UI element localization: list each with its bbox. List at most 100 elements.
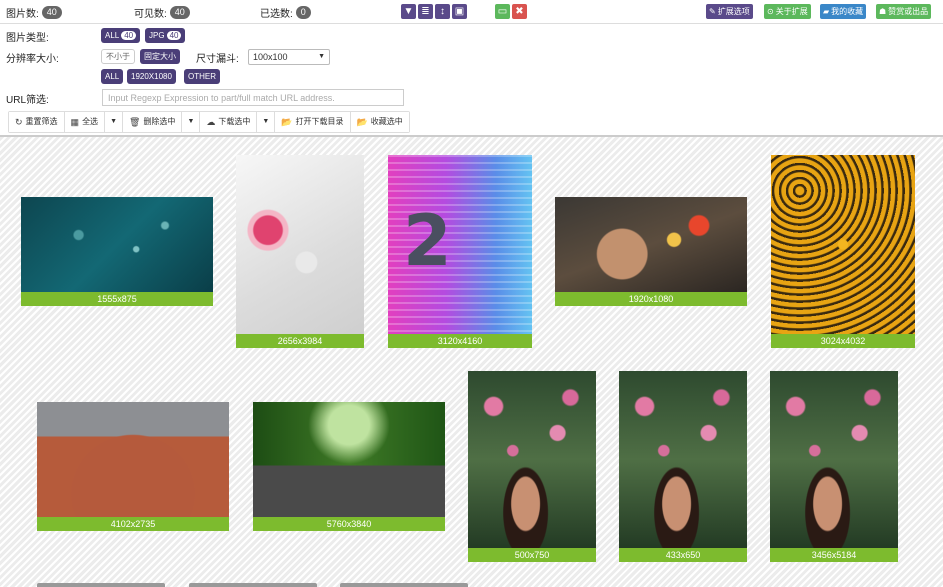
chevron-down-icon: ▼ [262, 118, 270, 125]
url-filter-label: URL筛选: [6, 95, 49, 106]
favorite-selected-label: 收藏选中 [370, 117, 403, 126]
select-all-button[interactable]: ▦ 全选 [64, 112, 106, 132]
delete-selected-label: 删除选中 [143, 117, 176, 126]
my-favorites-label: 我的收藏 [831, 7, 864, 16]
size-step-label: 尺寸漏斗: [196, 54, 239, 65]
type-option-jpg-label: JPG [149, 31, 165, 40]
home-icon: ☗ [879, 7, 887, 16]
cloud-download-icon: ☁ [206, 117, 216, 127]
resolution-label: 分辨率大小: [6, 54, 59, 65]
image-thumbnail[interactable] [21, 197, 213, 292]
resolution-option-all[interactable]: ALL [101, 69, 124, 84]
url-filter-input[interactable] [102, 89, 404, 106]
image-size-caption: 500x750 [468, 548, 596, 562]
type-option-jpg[interactable]: JPG 40 [145, 28, 186, 43]
image-icon[interactable]: ▣ [452, 4, 467, 19]
resolution-option-1920x1080[interactable]: 1920X1080 [127, 69, 176, 84]
about-extension-button[interactable]: ⊙ 关于扩展 [764, 4, 811, 19]
image-tile[interactable]: 1555x875 [21, 197, 213, 306]
info-icon: ⊙ [767, 7, 774, 16]
image-thumbnail[interactable] [37, 402, 229, 517]
image-count-badge: 40 [41, 6, 62, 19]
image-thumbnail[interactable] [468, 371, 596, 548]
list-icon[interactable]: ≣ [418, 4, 433, 19]
image-size-caption: 3024x4032 [771, 334, 915, 348]
image-tile[interactable]: 2 3120x4160 [388, 155, 532, 348]
selected-count-stat: 已选数: 0 [260, 5, 311, 20]
image-tile[interactable]: 2656x3984 [236, 155, 364, 348]
image-size-caption: 2656x3984 [236, 334, 364, 348]
image-thumbnail[interactable] [555, 197, 747, 292]
image-thumbnail-digit: 2 [403, 200, 452, 282]
image-thumbnail[interactable] [770, 371, 898, 548]
image-thumbnail[interactable] [771, 155, 915, 334]
donate-label: 赞赏或出品 [888, 7, 929, 16]
close-icon[interactable]: ✖ [512, 4, 527, 19]
image-tile[interactable]: 1920x1080 [555, 197, 747, 306]
image-size-caption: 3456x5184 [770, 548, 898, 562]
image-tile[interactable]: 500x750 [468, 371, 596, 562]
selected-count-label: 已选数: [260, 9, 293, 20]
reset-filter-button[interactable]: ↻ 重置筛选 [9, 112, 65, 132]
image-tile-partial[interactable] [340, 583, 468, 587]
image-size-caption: 4102x2735 [37, 517, 229, 531]
donate-button[interactable]: ☗ 赞赏或出品 [876, 4, 932, 19]
filter-icon[interactable]: ▼ [401, 4, 416, 19]
image-size-caption: 433x650 [619, 548, 747, 562]
type-option-all[interactable]: ALL 40 [101, 28, 141, 43]
size-step-value: 100x100 [253, 52, 288, 62]
open-download-folder-label: 打开下载目录 [295, 117, 344, 126]
image-tile[interactable]: 5760x3840 [253, 402, 445, 531]
extension-options-label: 扩展选项 [717, 7, 750, 16]
chevron-down-icon: ▼ [110, 118, 117, 125]
image-size-caption: 1920x1080 [555, 292, 747, 306]
visible-count-stat: 可见数: 40 [134, 5, 190, 20]
type-option-jpg-count: 40 [166, 31, 182, 40]
select-all-label: 全选 [82, 117, 99, 126]
image-tile-partial[interactable] [189, 583, 317, 587]
edit-icon: ✎ [709, 7, 716, 16]
select-all-dropdown[interactable]: ▼ [105, 112, 123, 132]
image-tile[interactable]: 433x650 [619, 371, 747, 562]
image-thumbnail[interactable] [619, 371, 747, 548]
visible-count-label: 可见数: [134, 9, 167, 20]
selected-count-badge: 0 [295, 6, 311, 19]
size-step-select[interactable]: 100x100 ▼ [248, 49, 330, 65]
favorite-selected-button[interactable]: 📂 收藏选中 [350, 112, 409, 132]
visible-count-badge: 40 [169, 6, 190, 19]
download-selected-button[interactable]: ☁ 下载选中 [200, 112, 258, 132]
chevron-down-icon: ▼ [187, 118, 195, 125]
reset-filter-label: 重置筛选 [25, 117, 58, 126]
refresh-icon: ↻ [15, 117, 23, 127]
image-tile[interactable]: 3024x4032 [771, 155, 915, 348]
chevron-down-icon: ▼ [318, 53, 325, 60]
image-tile[interactable]: 4102x2735 [37, 402, 229, 531]
delete-selected-button[interactable]: 🗑 删除选中 [123, 112, 183, 132]
filter-panel: 图片类型: ALL 40 JPG 40 分辨率大小: 不小于 固定大小 尺寸漏斗: … [0, 24, 943, 137]
image-thumbnail[interactable] [236, 155, 364, 334]
open-download-folder-button[interactable]: 📂 打开下载目录 [275, 112, 351, 132]
image-tile[interactable]: 3456x5184 [770, 371, 898, 562]
image-type-label: 图片类型: [6, 33, 49, 44]
action-bar: ↻ 重置筛选 ▦ 全选 ▼ 🗑 删除选中 ▼ ☁ 下载选中 ▼ 📂 打开下载目录 [8, 111, 410, 133]
trash-icon: 🗑 [129, 117, 141, 127]
my-favorites-button[interactable]: ▰ 我的收藏 [820, 4, 867, 19]
image-tile-partial[interactable] [37, 583, 165, 587]
select-all-icon[interactable]: ▭ [495, 4, 510, 19]
extension-options-button[interactable]: ✎ 扩展选项 [706, 4, 753, 19]
image-thumbnail[interactable]: 2 [388, 155, 532, 334]
delete-selected-dropdown[interactable]: ▼ [182, 112, 201, 132]
grid-icon: ▦ [70, 117, 80, 127]
image-count-label: 图片数: [6, 9, 39, 20]
image-size-caption: 3120x4160 [388, 334, 532, 348]
image-thumbnail[interactable] [253, 402, 445, 517]
resolution-option-other[interactable]: OTHER [184, 69, 220, 84]
top-bar: 图片数: 40 可见数: 40 已选数: 0 ▼ ≣ ↕ ▣ ▭ ✖ ✎ 扩展选… [0, 0, 943, 24]
size-mode-min[interactable]: 不小于 [101, 49, 135, 64]
download-selected-dropdown[interactable]: ▼ [257, 112, 276, 132]
sort-icon[interactable]: ↕ [435, 4, 450, 19]
image-size-caption: 5760x3840 [253, 517, 445, 531]
folder-open-icon: 📂 [281, 117, 293, 127]
image-count-stat: 图片数: 40 [6, 5, 62, 20]
size-mode-fixed[interactable]: 固定大小 [140, 49, 180, 64]
